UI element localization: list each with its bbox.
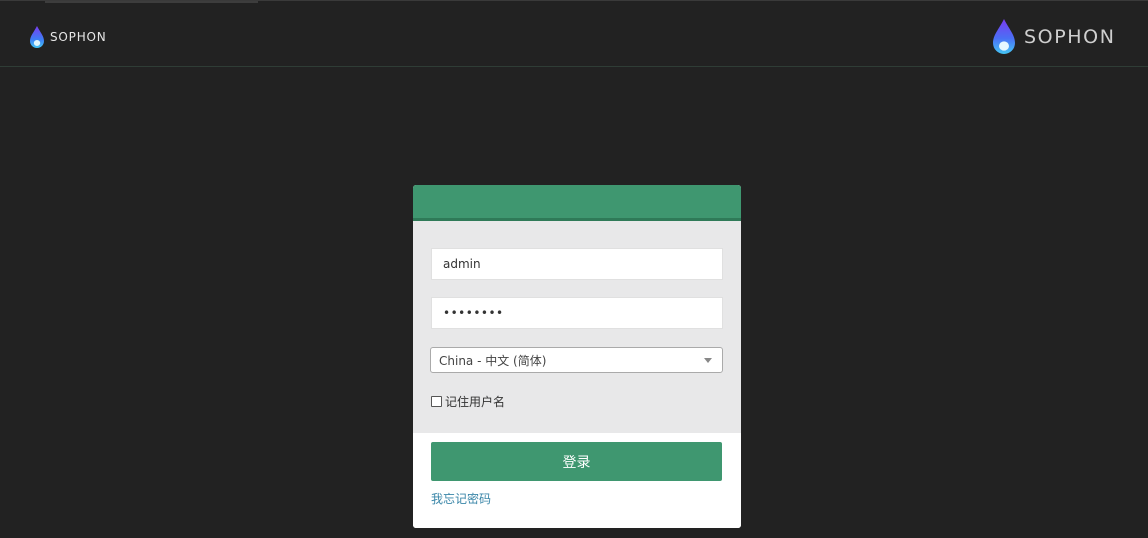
brand-logo-large[interactable]: SOPHON [990, 18, 1116, 56]
login-card-header [413, 185, 741, 221]
brand-logo-small[interactable]: SOPHON [28, 25, 107, 49]
password-value: •••••••• [443, 306, 504, 320]
username-value: admin [443, 257, 481, 271]
top-bar-accent [45, 1, 258, 3]
language-select[interactable]: China - 中文 (简体) [430, 347, 723, 373]
top-bar: SOPHON SOPHON [0, 0, 1148, 67]
forgot-password-link[interactable]: 我忘记密码 [431, 490, 491, 507]
login-card-footer: 登录 我忘记密码 [413, 433, 741, 528]
remember-username-checkbox[interactable] [431, 396, 442, 407]
password-input[interactable]: •••••••• [431, 297, 723, 329]
remember-username[interactable]: 记住用户名 [431, 393, 505, 410]
brand-name-large: SOPHON [1024, 26, 1116, 48]
chevron-down-icon [704, 357, 712, 363]
brand-name-small: SOPHON [50, 30, 107, 44]
remember-username-label[interactable]: 记住用户名 [445, 393, 505, 410]
username-input[interactable]: admin [431, 248, 723, 280]
login-page: SOPHON SOPHON admin •••••••• China - 中文 … [0, 0, 1148, 538]
login-form: admin •••••••• China - 中文 (简体) 记住用户名 [413, 221, 741, 433]
language-selected-value: China - 中文 (简体) [439, 353, 547, 368]
flame-drop-logo-icon [993, 19, 1015, 54]
flame-drop-logo-icon [30, 26, 44, 48]
login-button[interactable]: 登录 [431, 442, 722, 481]
login-card: admin •••••••• China - 中文 (简体) 记住用户名 登录 … [413, 185, 741, 528]
